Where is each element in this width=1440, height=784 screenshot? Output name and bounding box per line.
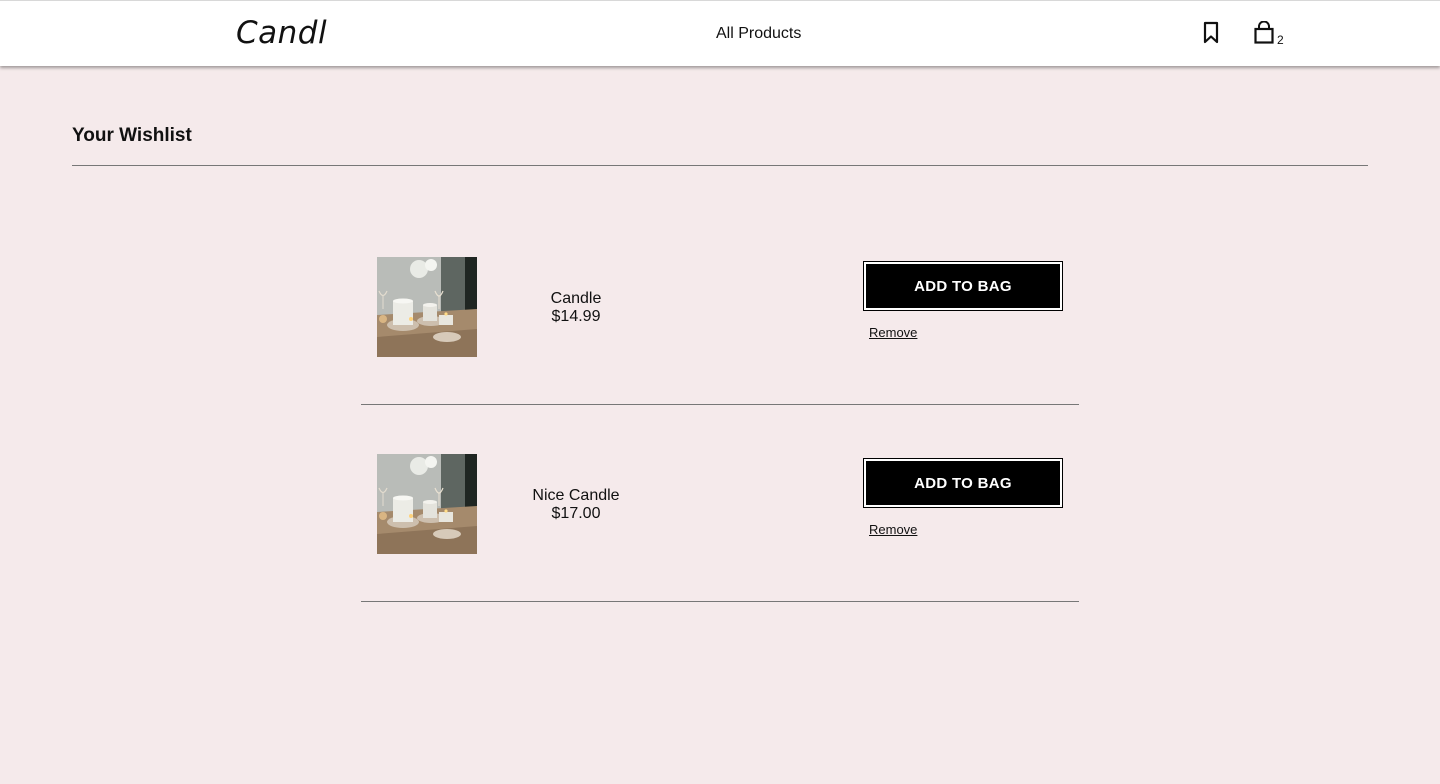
remove-button[interactable]: Remove [869,325,917,340]
nav-all-products[interactable]: All Products [716,25,801,43]
title-divider [72,165,1368,166]
logo[interactable]: Candl [236,15,327,51]
wishlist-item: Nice Candle $17.00 ADD TO BAG Remove [361,405,1079,602]
product-name[interactable]: Candle [501,290,651,308]
product-price: $17.00 [551,505,601,522]
wishlist-button[interactable] [1201,21,1221,45]
add-to-bag-button[interactable]: ADD TO BAG [863,458,1063,508]
product-info: Candle $14.99 [501,290,651,326]
wishlist-item: Candle $14.99 ADD TO BAG Remove [361,208,1079,405]
add-to-bag-button[interactable]: ADD TO BAG [863,261,1063,311]
site-header: Candl All Products 2 [0,0,1440,66]
wishlist-items: Candle $14.99 ADD TO BAG Remove Nice Can… [361,208,1079,602]
product-image[interactable] [377,257,477,357]
remove-button[interactable]: Remove [869,522,917,537]
shopping-bag-button[interactable]: 2 [1253,21,1289,49]
product-image[interactable] [377,454,477,554]
bag-count-badge: 2 [1277,33,1284,47]
shopping-bag-icon [1254,21,1274,44]
product-price: $14.99 [551,308,601,325]
bookmark-icon [1203,21,1219,44]
page-title: Your Wishlist [72,125,192,146]
product-name[interactable]: Nice Candle [501,487,651,505]
product-info: Nice Candle $17.00 [501,487,651,523]
